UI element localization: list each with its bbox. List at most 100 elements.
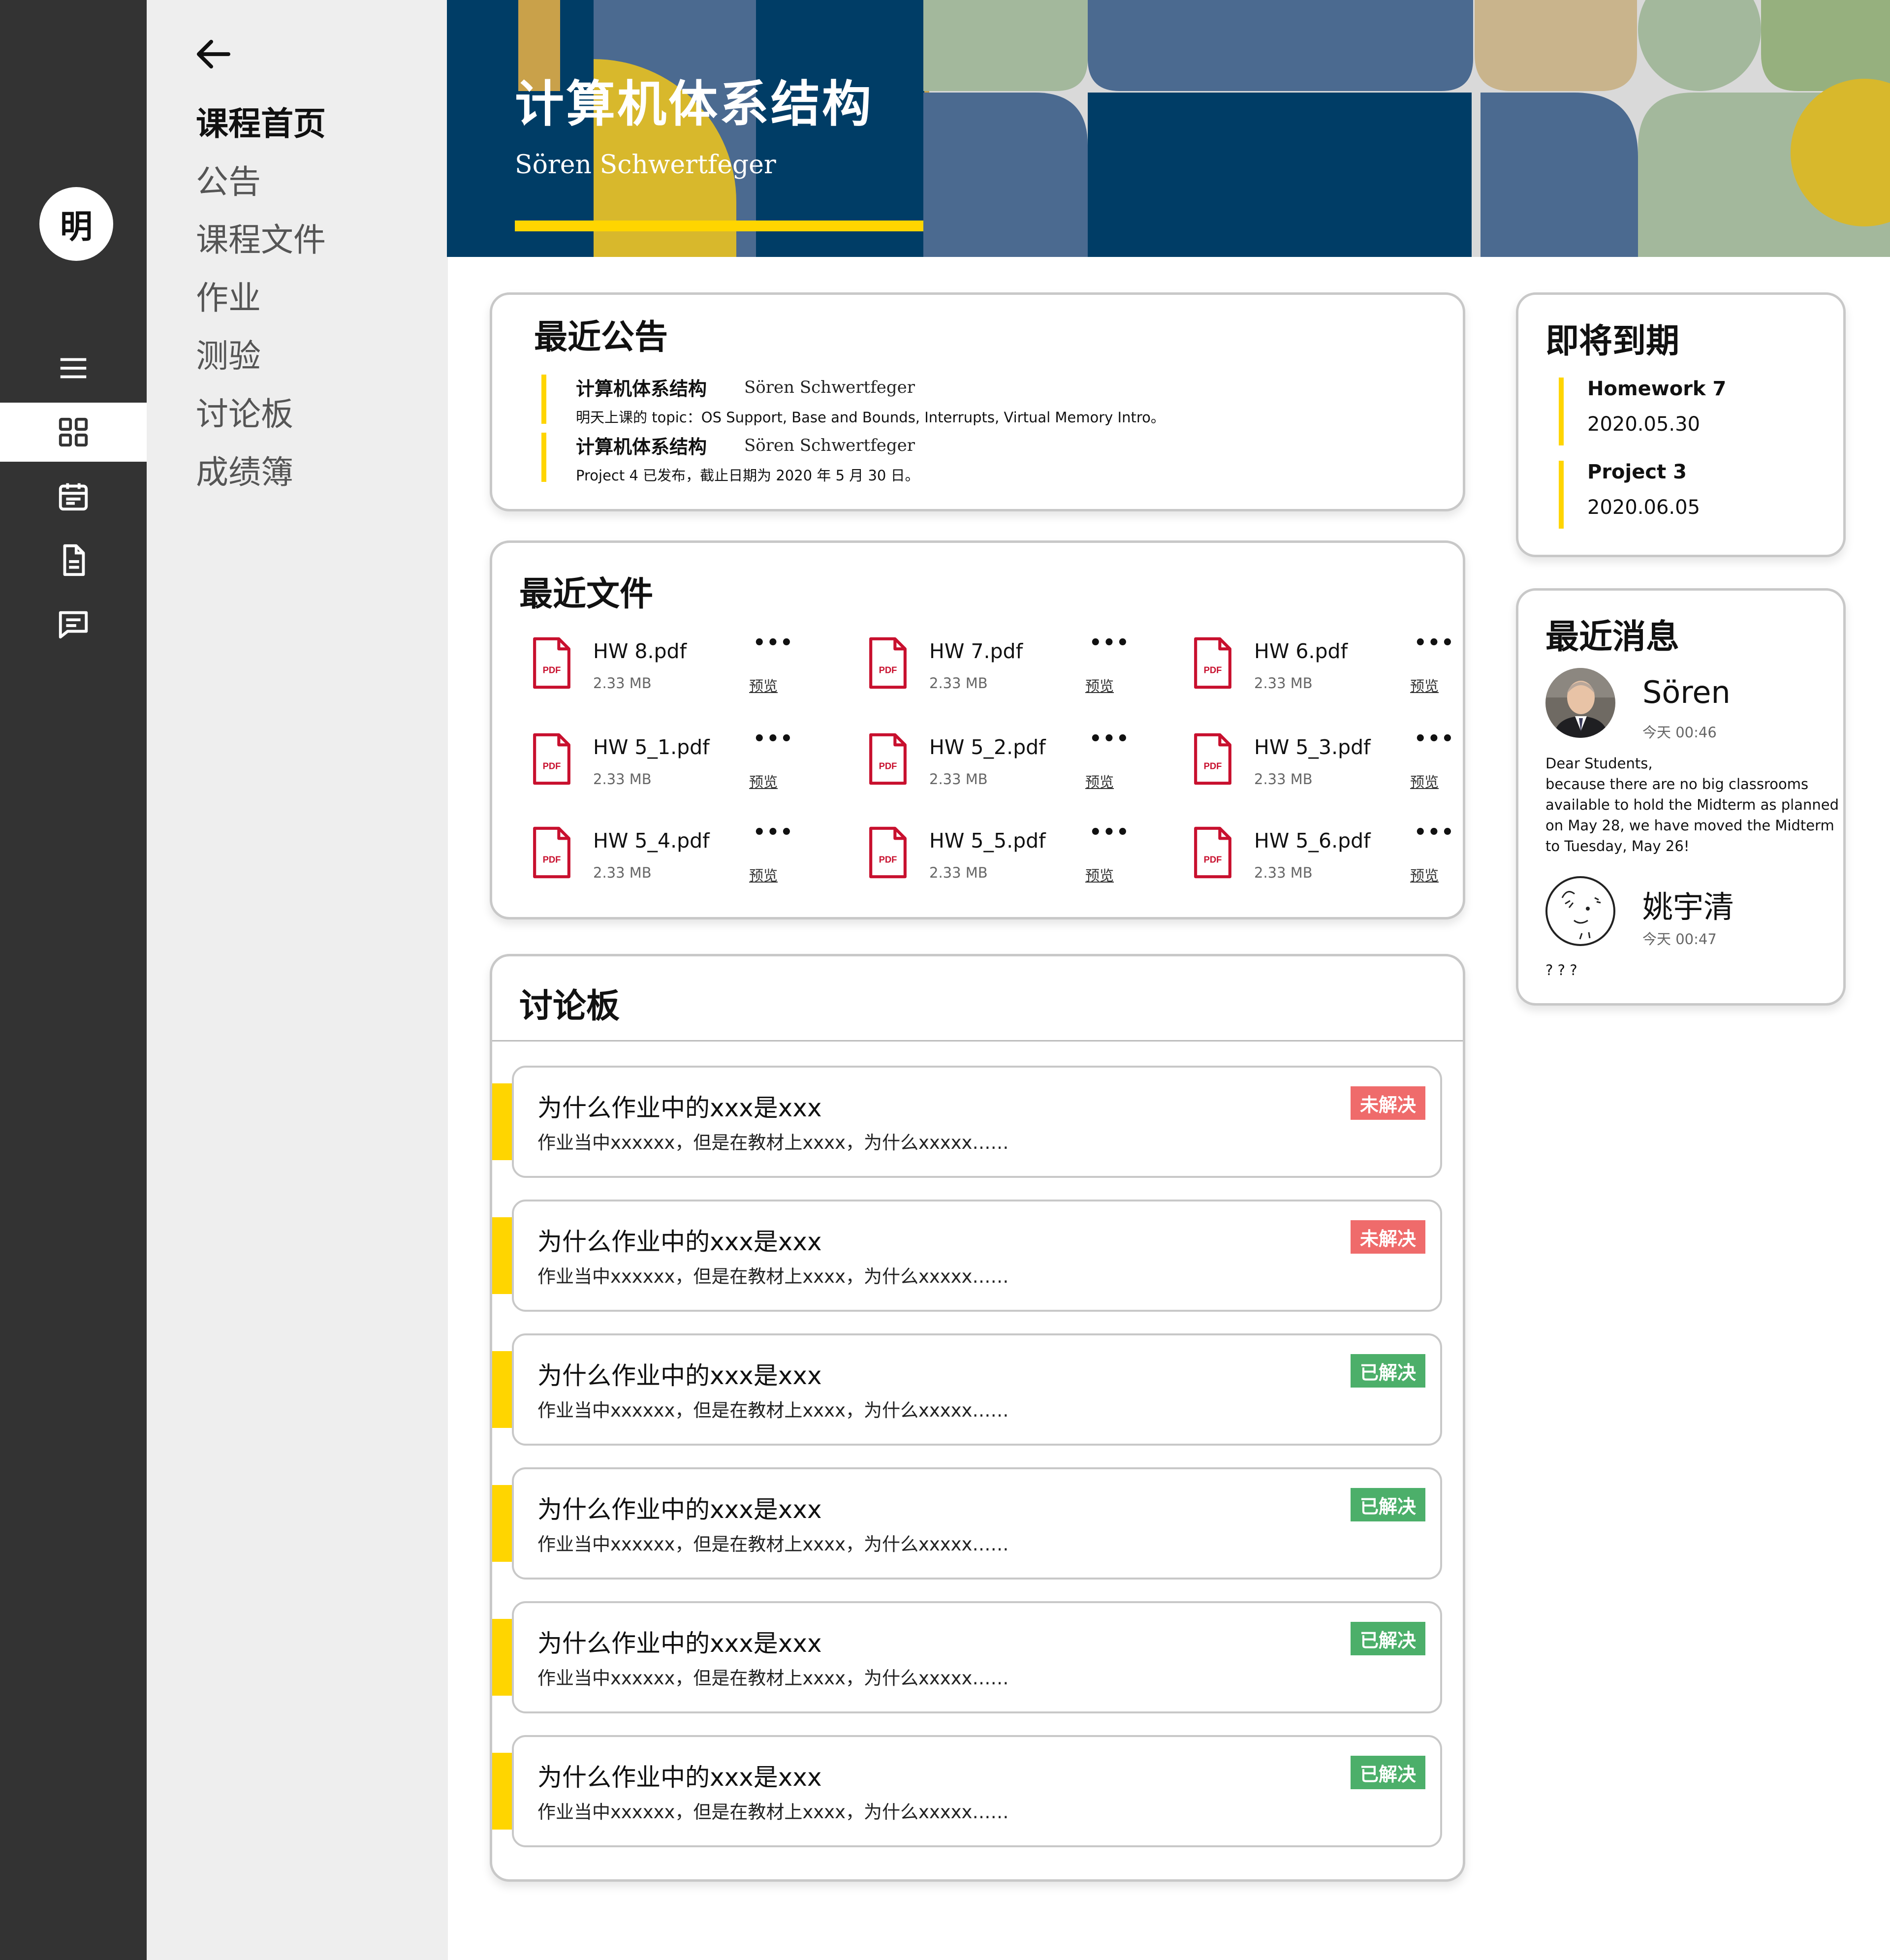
file-item[interactable]: PDF HW 5_6.pdf 2.33 MB ••• 预览: [1193, 821, 1498, 900]
deadline-accent: [1559, 378, 1564, 445]
nav-item-home[interactable]: 课程首页: [196, 97, 326, 145]
file-item[interactable]: PDF HW 5_5.pdf 2.33 MB ••• 预览: [868, 821, 1173, 900]
discussion-thread[interactable]: 为什么作业中的xxx是xxx 作业当中xxxxxx，但是在教材上xxxx，为什么x…: [512, 1601, 1442, 1713]
nav-item-announcements[interactable]: 公告: [196, 156, 261, 203]
messages-button[interactable]: [0, 595, 147, 654]
file-name[interactable]: HW 7.pdf: [929, 639, 1023, 663]
preview-link[interactable]: 预览: [749, 864, 778, 885]
file-item[interactable]: PDF HW 8.pdf 2.33 MB ••• 预览: [532, 632, 837, 710]
more-options-icon[interactable]: •••: [1414, 727, 1455, 750]
arrow-left-icon[interactable]: [193, 37, 233, 71]
thread-title[interactable]: 为什么作业中的xxx是xxx: [537, 1490, 822, 1525]
more-options-icon[interactable]: •••: [1089, 727, 1130, 750]
nav-item-discussions[interactable]: 讨论板: [196, 388, 293, 435]
file-item[interactable]: PDF HW 6.pdf 2.33 MB ••• 预览: [1193, 632, 1498, 710]
message-sender[interactable]: 姚宇清: [1642, 882, 1734, 926]
app-logo[interactable]: 明: [39, 187, 113, 261]
document-icon: [63, 544, 85, 576]
thread-accent: [492, 1619, 514, 1696]
file-size: 2.33 MB: [593, 771, 652, 788]
dashboard-grid-icon: [59, 417, 88, 447]
more-options-icon[interactable]: •••: [1414, 821, 1455, 844]
file-size: 2.33 MB: [593, 864, 652, 881]
svg-text:PDF: PDF: [1204, 854, 1222, 865]
more-options-icon[interactable]: •••: [1089, 821, 1130, 844]
discussion-thread[interactable]: 为什么作业中的xxx是xxx 作业当中xxxxxx，但是在教材上xxxx，为什么x…: [512, 1200, 1442, 1312]
file-name[interactable]: HW 5_3.pdf: [1254, 735, 1371, 759]
file-item[interactable]: PDF HW 7.pdf 2.33 MB ••• 预览: [868, 632, 1173, 710]
preview-link[interactable]: 预览: [1085, 675, 1114, 695]
more-options-icon[interactable]: •••: [1089, 632, 1130, 654]
discussion-thread[interactable]: 为什么作业中的xxx是xxx 作业当中xxxxxx，但是在教材上xxxx，为什么x…: [512, 1467, 1442, 1580]
preview-link[interactable]: 预览: [749, 675, 778, 695]
calendar-icon: [59, 483, 88, 511]
nav-item-gradebook[interactable]: 成绩簿: [196, 446, 293, 493]
message-body: ? ? ?: [1545, 962, 1577, 979]
menu-button[interactable]: [0, 339, 147, 398]
file-name[interactable]: HW 5_2.pdf: [929, 735, 1046, 759]
thread-title[interactable]: 为什么作业中的xxx是xxx: [537, 1758, 822, 1793]
svg-text:PDF: PDF: [543, 854, 561, 865]
preview-link[interactable]: 预览: [1410, 864, 1439, 885]
calendar-button[interactable]: [0, 467, 147, 526]
message-sender[interactable]: Sören: [1642, 674, 1731, 710]
cartoon-avatar: [1550, 881, 1611, 942]
pdf-file-icon: PDF: [533, 733, 570, 785]
file-size: 2.33 MB: [1254, 864, 1313, 881]
pdf-file-icon: PDF: [1194, 637, 1231, 689]
thread-title[interactable]: 为什么作业中的xxx是xxx: [537, 1222, 822, 1258]
file-size: 2.33 MB: [1254, 771, 1313, 788]
menu-icon: [60, 358, 87, 379]
file-name[interactable]: HW 5_6.pdf: [1254, 829, 1371, 853]
documents-button[interactable]: [0, 531, 147, 590]
thread-title[interactable]: 为什么作业中的xxx是xxx: [537, 1356, 822, 1391]
nav-item-quizzes[interactable]: 测验: [196, 330, 261, 377]
discussion-thread[interactable]: 为什么作业中的xxx是xxx 作业当中xxxxxx，但是在教材上xxxx，为什么x…: [512, 1735, 1442, 1847]
discussion-thread[interactable]: 为什么作业中的xxx是xxx 作业当中xxxxxx，但是在教材上xxxx，为什么x…: [512, 1333, 1442, 1446]
file-name[interactable]: HW 6.pdf: [1254, 639, 1348, 663]
file-name[interactable]: HW 8.pdf: [593, 639, 687, 663]
deadline-date: 2020.05.30: [1587, 413, 1701, 436]
nav-item-assignments[interactable]: 作业: [196, 272, 261, 319]
file-name[interactable]: HW 5_1.pdf: [593, 735, 710, 759]
discussions-card: 讨论板 为什么作业中的xxx是xxx 作业当中xxxxxx，但是在教材上xxxx，…: [490, 954, 1465, 1882]
file-item[interactable]: PDF HW 5_4.pdf 2.33 MB ••• 预览: [532, 821, 837, 900]
more-options-icon[interactable]: •••: [753, 727, 794, 750]
more-options-icon[interactable]: •••: [1414, 632, 1455, 654]
nav-item-files[interactable]: 课程文件: [196, 214, 326, 261]
announcement-author: Sören Schwertfeger: [744, 378, 915, 397]
message-time: 今天 00:46: [1642, 724, 1717, 741]
announcement-text: 明天上课的 topic：OS Support, Base and Bounds,…: [576, 409, 1165, 426]
avatar[interactable]: [1545, 668, 1615, 738]
preview-link[interactable]: 预览: [1085, 771, 1114, 791]
preview-link[interactable]: 预览: [1085, 864, 1114, 885]
announcement-course[interactable]: 计算机体系结构: [576, 374, 707, 401]
file-name[interactable]: HW 5_4.pdf: [593, 829, 710, 853]
avatar[interactable]: [1545, 876, 1615, 946]
discussion-thread[interactable]: 为什么作业中的xxx是xxx 作业当中xxxxxx，但是在教材上xxxx，为什么x…: [512, 1066, 1442, 1178]
file-name[interactable]: HW 5_5.pdf: [929, 829, 1046, 853]
thread-title[interactable]: 为什么作业中的xxx是xxx: [537, 1624, 822, 1659]
file-size: 2.33 MB: [929, 864, 988, 881]
deadlines-title: 即将到期: [1545, 322, 1680, 361]
deadlines-card: 即将到期 Homework 7 2020.05.30 Project 3 202…: [1516, 292, 1846, 557]
dashboard-button[interactable]: [0, 403, 147, 462]
file-item[interactable]: PDF HW 5_3.pdf 2.33 MB ••• 预览: [1193, 727, 1498, 806]
deadline-date: 2020.06.05: [1587, 496, 1701, 519]
status-badge: 已解决: [1351, 1354, 1425, 1388]
preview-link[interactable]: 预览: [749, 771, 778, 791]
file-item[interactable]: PDF HW 5_1.pdf 2.33 MB ••• 预览: [532, 727, 837, 806]
more-options-icon[interactable]: •••: [753, 632, 794, 654]
preview-link[interactable]: 预览: [1410, 675, 1439, 695]
thread-title[interactable]: 为什么作业中的xxx是xxx: [537, 1088, 822, 1124]
announcement-course[interactable]: 计算机体系结构: [576, 432, 707, 459]
preview-link[interactable]: 预览: [1410, 771, 1439, 791]
deadline-name[interactable]: Project 3: [1587, 461, 1687, 483]
file-size: 2.33 MB: [929, 675, 988, 692]
deadline-name[interactable]: Homework 7: [1587, 378, 1726, 400]
pdf-file-icon: PDF: [869, 637, 907, 689]
file-item[interactable]: PDF HW 5_2.pdf 2.33 MB ••• 预览: [868, 727, 1173, 806]
course-nav: 课程首页 公告 课程文件 作业 测验 讨论板 成绩簿: [147, 0, 448, 1960]
more-options-icon[interactable]: •••: [753, 821, 794, 844]
pdf-file-icon: PDF: [869, 733, 907, 785]
